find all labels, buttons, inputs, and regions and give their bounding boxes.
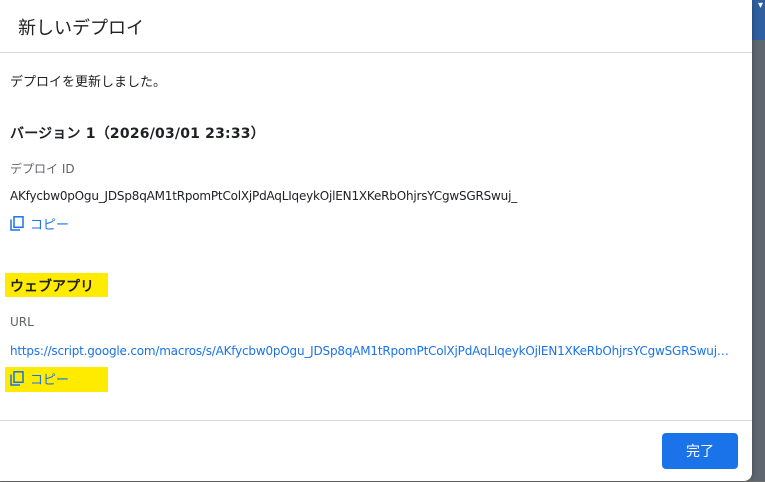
webapp-heading: ウェブアプリ <box>10 279 94 295</box>
chevron-down-icon: ▾ <box>757 0 763 11</box>
background-header: ▾ <box>751 0 765 40</box>
version-heading: バージョン 1（2026/03/01 23:33） <box>10 126 265 142</box>
copy-deploy-id-button[interactable]: コピー <box>10 214 69 233</box>
webapp-url-link[interactable]: https://script.google.com/macros/s/AKfyc… <box>10 344 730 358</box>
deploy-id-label: デプロイ ID <box>10 162 75 176</box>
copy-url-button[interactable]: コピー <box>10 369 69 388</box>
copy-label: コピー <box>30 218 70 233</box>
new-deploy-dialog: 新しいデプロイ デプロイを更新しました。 バージョン 1（2026/03/01 … <box>0 0 752 481</box>
status-message: デプロイを更新しました。 <box>10 75 167 90</box>
copy-icon <box>10 216 24 231</box>
done-button[interactable]: 完了 <box>662 433 738 469</box>
background-panel <box>751 0 765 481</box>
dialog-footer: 完了 <box>0 420 752 482</box>
url-label: URL <box>10 315 34 329</box>
dialog-header: 新しいデプロイ <box>0 0 752 53</box>
copy-label: コピー <box>30 373 70 388</box>
copy-icon <box>10 371 24 386</box>
dialog-title: 新しいデプロイ <box>18 18 144 39</box>
dialog-body: デプロイを更新しました。 バージョン 1（2026/03/01 23:33） デ… <box>0 53 752 419</box>
deploy-id-value: AKfycbw0pOgu_JDSp8qAM1tRpomPtColXjPdAqLI… <box>10 189 518 203</box>
